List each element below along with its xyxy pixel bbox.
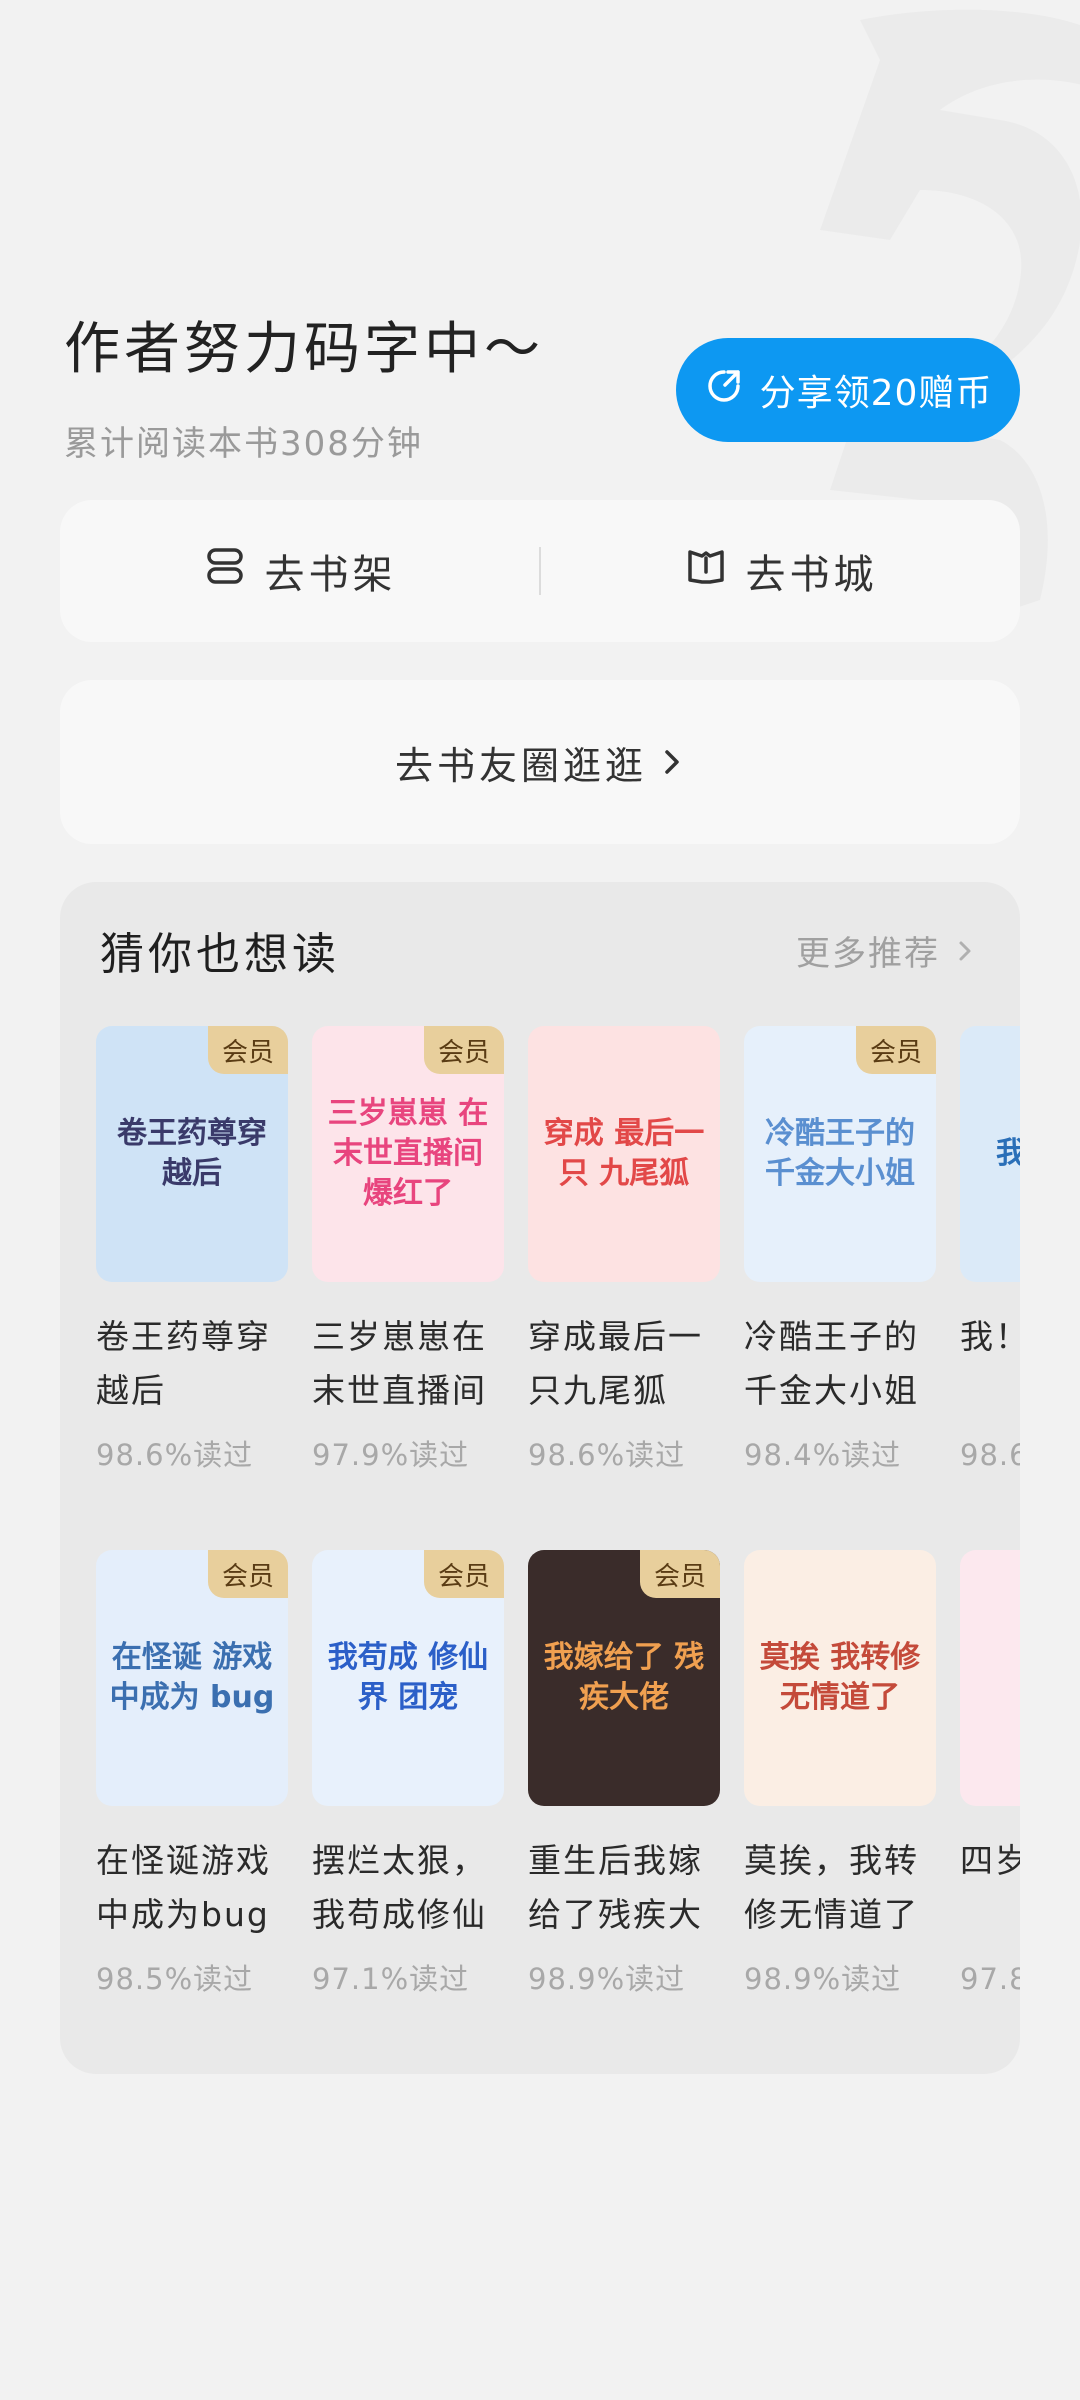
book-card[interactable]: 卷王药尊穿越后 会员卷王药尊穿越后 98.6%读过 bbox=[96, 1026, 288, 1474]
book-friends-circle-label: 去书友圈逛逛 bbox=[394, 743, 647, 788]
book-open-icon bbox=[684, 544, 728, 598]
book-friends-circle-button[interactable]: 去书友圈逛逛 bbox=[60, 680, 1020, 844]
book-cover[interactable]: 我苟成 修仙界 团宠 会员 bbox=[312, 1550, 504, 1806]
book-cover-title: 我！誓死 bbox=[996, 1136, 1020, 1171]
book-title[interactable]: 冷酷王子的千金大小姐 bbox=[744, 1310, 936, 1418]
book-card[interactable]: 我嫁给了 残疾大佬 会员重生后我嫁给了残疾大 98.9%读过 bbox=[528, 1550, 720, 1998]
recommendation-title: 猜你也想读 bbox=[100, 929, 340, 980]
book-title[interactable]: 重生后我嫁给了残疾大 bbox=[528, 1834, 720, 1942]
book-card[interactable]: 莫挨 我转修无情道了莫挨，我转修无情道了 98.9%读过 bbox=[744, 1550, 936, 1998]
book-read-rate: 98.9%读过 bbox=[528, 1962, 686, 1996]
book-read-rate: 98.9%读过 bbox=[744, 1962, 902, 1996]
book-cover[interactable]: 父被 bbox=[960, 1550, 1020, 1806]
book-cover-title: 莫挨 我转修无情道了 bbox=[759, 1640, 921, 1715]
book-title[interactable]: 卷王药尊穿越后 bbox=[96, 1310, 288, 1418]
book-cover-title: 在怪诞 游戏中成为 bug bbox=[109, 1640, 275, 1715]
book-cover-title: 冷酷王子的 千金大小姐 bbox=[765, 1116, 915, 1191]
book-cover[interactable]: 穿成 最后一只 九尾狐 bbox=[528, 1026, 720, 1282]
book-read-rate: 97.8%读过 bbox=[960, 1962, 1020, 1996]
book-title[interactable]: 穿成最后一只九尾狐 bbox=[528, 1310, 720, 1418]
vip-badge: 会员 bbox=[424, 1550, 504, 1598]
share-button-label: 分享领20赠币 bbox=[759, 373, 993, 414]
book-row-2: 在怪诞 游戏中成为 bug 会员在怪诞游戏中成为bug 98.5%读过 我苟成 修仙界… bbox=[96, 1550, 1020, 1998]
book-card[interactable]: 穿成 最后一只 九尾狐穿成最后一只九尾狐 98.6%读过 bbox=[528, 1026, 720, 1474]
book-title[interactable]: 摆烂太狠，我苟成修仙 bbox=[312, 1834, 504, 1942]
vip-badge: 会员 bbox=[208, 1550, 288, 1598]
book-cover[interactable]: 我！誓死 bbox=[960, 1026, 1020, 1282]
book-read-rate: 98.6%读过 bbox=[96, 1438, 254, 1472]
total-reading-time: 累计阅读本书308分钟 bbox=[64, 424, 423, 464]
book-card[interactable]: 在怪诞 游戏中成为 bug 会员在怪诞游戏中成为bug 98.5%读过 bbox=[96, 1550, 288, 1998]
book-cover[interactable]: 在怪诞 游戏中成为 bug 会员 bbox=[96, 1550, 288, 1806]
book-cover[interactable]: 三岁崽崽 在末世直播间 爆红了 会员 bbox=[312, 1026, 504, 1282]
more-recommendations-link[interactable]: 更多推荐 bbox=[796, 926, 976, 975]
book-cover[interactable]: 冷酷王子的 千金大小姐 会员 bbox=[744, 1026, 936, 1282]
vip-badge: 会员 bbox=[640, 1550, 720, 1598]
book-cover[interactable]: 卷王药尊穿越后 会员 bbox=[96, 1026, 288, 1282]
chevron-right-icon bbox=[659, 740, 685, 784]
book-cover[interactable]: 莫挨 我转修无情道了 bbox=[744, 1550, 936, 1806]
book-cover-title: 穿成 最后一只 九尾狐 bbox=[543, 1116, 705, 1191]
book-title[interactable]: 三岁崽崽在末世直播间 bbox=[312, 1310, 504, 1418]
book-cover-title: 我嫁给了 残疾大佬 bbox=[543, 1640, 705, 1715]
vip-badge: 会员 bbox=[856, 1026, 936, 1074]
book-read-rate: 98.4%读过 bbox=[744, 1438, 902, 1472]
book-row-1: 卷王药尊穿越后 会员 卷王药尊穿越后 98.6%读过 三岁崽崽 在末世直播间 爆红了 会员… bbox=[96, 1026, 1020, 1474]
recommendation-panel: 猜你也想读 更多推荐 卷王药尊穿越后 会员 卷王药尊穿越后 98.6%读过 三岁崽崽 在… bbox=[60, 882, 1020, 2074]
book-read-rate: 97.1%读过 bbox=[312, 1962, 470, 1996]
go-bookstore-button[interactable]: 去书城 bbox=[541, 500, 1020, 642]
share-arrow-icon bbox=[704, 366, 744, 415]
book-title[interactable]: 我！死守 bbox=[960, 1310, 1020, 1418]
book-card[interactable]: 冷酷王子的 千金大小姐 会员冷酷王子的千金大小姐 98.4%读过 bbox=[744, 1026, 936, 1474]
book-read-rate: 98.5%读过 bbox=[96, 1962, 254, 1996]
bookshelf-label: 去书架 bbox=[264, 552, 397, 598]
go-bookshelf-button[interactable]: 去书架 bbox=[60, 500, 539, 642]
book-card[interactable]: 我苟成 修仙界 团宠 会员摆烂太狠，我苟成修仙 97.1%读过 bbox=[312, 1550, 504, 1998]
vip-badge: 会员 bbox=[424, 1026, 504, 1074]
book-read-rate: 98.6%读过 bbox=[528, 1438, 686, 1472]
book-read-rate: 97.9%读过 bbox=[312, 1438, 470, 1472]
book-cover-title: 三岁崽崽 在末世直播间 爆红了 bbox=[327, 1096, 489, 1211]
book-cover-title: 父被 bbox=[960, 1658, 1020, 1698]
book-card[interactable]: 父被四岁实 97.8%读过 bbox=[960, 1550, 1020, 1998]
book-cover[interactable]: 我嫁给了 残疾大佬 会员 bbox=[528, 1550, 720, 1806]
navigation-card: 去书架 去书城 bbox=[60, 500, 1020, 642]
bookshelf-icon bbox=[203, 544, 247, 598]
bookstore-label: 去书城 bbox=[745, 552, 878, 598]
book-cover-title: 我苟成 修仙界 团宠 bbox=[327, 1640, 489, 1715]
chevron-right-icon bbox=[954, 931, 976, 971]
book-read-rate: 98.6%读过 bbox=[960, 1438, 1020, 1472]
book-title[interactable]: 四岁实 bbox=[960, 1834, 1020, 1942]
book-card[interactable]: 三岁崽崽 在末世直播间 爆红了 会员三岁崽崽在末世直播间 97.9%读过 bbox=[312, 1026, 504, 1474]
book-title[interactable]: 在怪诞游戏中成为bug bbox=[96, 1834, 288, 1942]
vip-badge: 会员 bbox=[208, 1026, 288, 1074]
book-card[interactable]: 我！誓死我！死守 98.6%读过 bbox=[960, 1026, 1020, 1474]
more-recommendations-label: 更多推荐 bbox=[796, 934, 940, 974]
share-earn-coins-button[interactable]: 分享领20赠币 bbox=[676, 338, 1020, 442]
book-cover-title: 卷王药尊穿越后 bbox=[117, 1116, 267, 1191]
book-title[interactable]: 莫挨，我转修无情道了 bbox=[744, 1834, 936, 1942]
